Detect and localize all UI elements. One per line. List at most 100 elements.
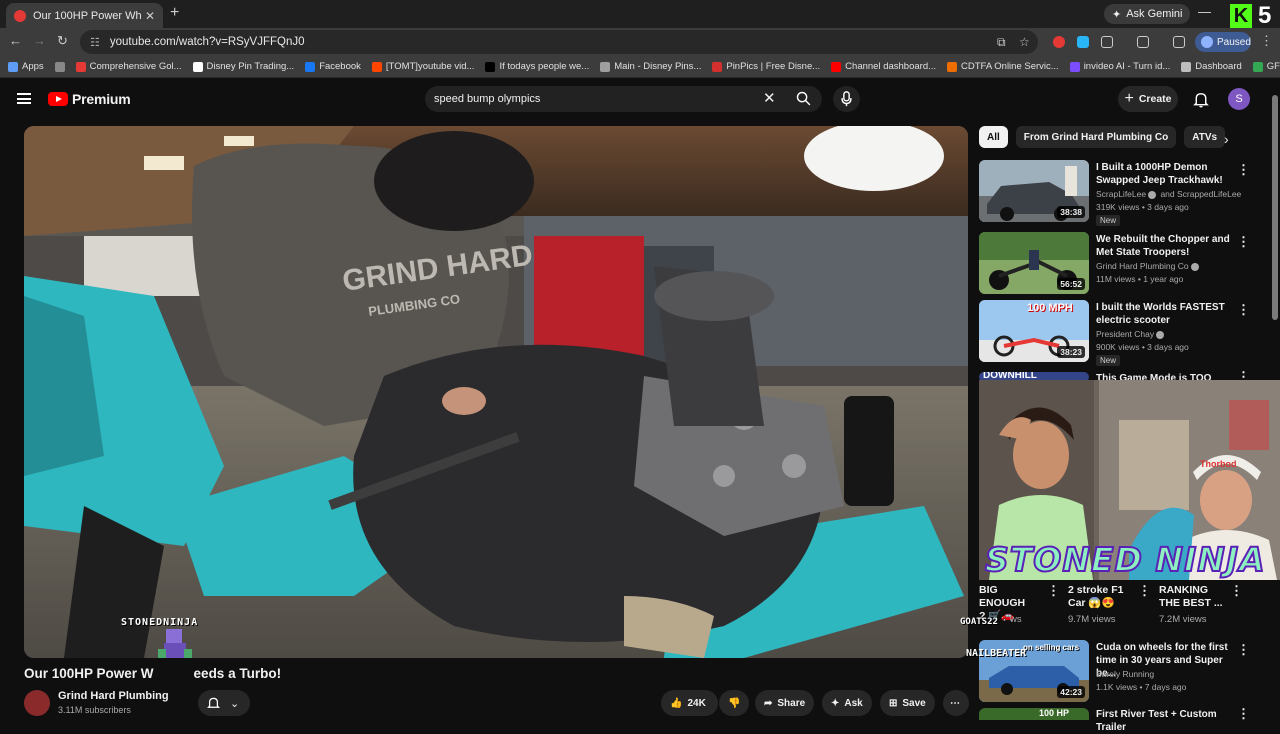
bookmark-item[interactable]: If todays people we...	[485, 61, 589, 72]
bookmark-item[interactable]: Disney Pin Trading...	[192, 61, 294, 72]
profile-paused-button[interactable]: Paused	[1195, 32, 1251, 52]
tab-close-icon[interactable]: ✕	[145, 9, 155, 23]
recommendation-channel[interactable]: Grind Hard Plumbing Co	[1096, 261, 1201, 271]
bookmark-item[interactable]	[54, 61, 65, 72]
bookmark-favicon-icon	[8, 61, 18, 72]
filter-chip[interactable]: From Grind Hard Plumbing Co	[1015, 126, 1177, 148]
video-title: Our 100HP Power W eeds a Turbo!	[24, 666, 281, 681]
recommendation-channel[interactable]: President Chay	[1096, 329, 1166, 339]
filter-chip[interactable]: ATVs	[1184, 126, 1226, 148]
recommendation-title[interactable]: I Built a 1000HP Demon Swapped Jeep Trac…	[1096, 161, 1238, 187]
recommendation-title[interactable]: I built the Worlds FASTEST electric scoo…	[1096, 301, 1238, 327]
video-player[interactable]: GRIND HARD PLUMBING CO STONEDNINJA	[24, 126, 968, 658]
more-options-icon[interactable]: ⋮	[1237, 234, 1250, 250]
like-button[interactable]: 👍 24K	[661, 690, 718, 716]
short-title-2[interactable]: 2 stroke F1 Car 😱😍	[1068, 584, 1132, 610]
recommendation-item[interactable]: 56:52 We Rebuilt the Chopper and Met Stat…	[979, 232, 1269, 294]
extensions-puzzle-icon[interactable]	[1101, 36, 1113, 48]
search-icon[interactable]	[795, 90, 812, 107]
bookmark-item[interactable]: Channel dashboard...	[831, 61, 936, 72]
media-controls-icon[interactable]	[1173, 36, 1185, 48]
minimize-icon[interactable]: —	[1198, 4, 1211, 19]
bookmark-label: PinPics | Free Disne...	[726, 61, 821, 72]
share-button[interactable]: ➦ Share	[755, 690, 815, 716]
site-info-icon[interactable]: ☷	[90, 36, 100, 49]
more-options-icon[interactable]: ⋮	[1237, 642, 1250, 658]
short-1-more-icon[interactable]: ⋮	[1047, 584, 1060, 597]
recommendation-channel[interactable]: ScrapLifeLee and ScrappedLifeLee	[1096, 189, 1241, 199]
chip-next-arrow-icon[interactable]: ›	[1224, 131, 1229, 147]
extension-blue-icon[interactable]	[1077, 36, 1089, 48]
channel-avatar[interactable]	[24, 690, 50, 716]
youtube-premium-logo[interactable]: Premium	[48, 91, 131, 107]
bookmark-favicon-icon	[1181, 61, 1192, 72]
bookmark-label: invideo AI - Turn id...	[1083, 61, 1171, 72]
short-2-more-icon[interactable]: ⋮	[1138, 584, 1151, 597]
recommendation-meta: 1.1K views • 7 days ago	[1096, 682, 1187, 692]
subscription-bell-button[interactable]: ⌄	[198, 690, 250, 716]
new-tab-button[interactable]: +	[170, 4, 179, 22]
account-avatar[interactable]: S	[1228, 88, 1250, 110]
recommendation-item[interactable]: 38:38 I Built a 1000HP Demon Swapped Jeep…	[979, 160, 1269, 226]
recommendation-item[interactable]: 100 HP First River Test + Custom Trailer…	[979, 706, 1269, 733]
bookmark-favicon-icon	[485, 61, 496, 72]
filter-chip[interactable]: All	[979, 126, 1008, 148]
more-options-icon[interactable]: ⋮	[1237, 302, 1250, 318]
channel-name[interactable]: Grind Hard Plumbing	[58, 690, 169, 702]
search-input[interactable]: speed bump olympics ✕	[425, 86, 822, 112]
install-app-icon[interactable]: ⧉	[997, 35, 1006, 50]
clear-search-icon[interactable]: ✕	[763, 89, 776, 107]
bookmark-item[interactable]: [TOMT]youtube vid...	[371, 61, 474, 72]
recommendation-title[interactable]: First River Test + Custom Trailer	[1096, 708, 1238, 734]
address-bar[interactable]: ☷ youtube.com/watch?v=RSyVJFFQnJ0 ⧉ ☆	[80, 30, 1038, 54]
kick-logo-icon: K	[1230, 4, 1252, 29]
bookmark-label: Channel dashboard...	[845, 61, 937, 72]
dislike-button[interactable]: 👎	[719, 690, 749, 716]
recommendation-channel[interactable]: Barely Running	[1096, 669, 1154, 679]
ask-gemini-button[interactable]: ✦ Ask Gemini	[1104, 4, 1191, 24]
short-3-more-icon[interactable]: ⋮	[1230, 584, 1243, 597]
stoned-ninja-banner: STONED NINJA	[984, 539, 1266, 580]
video-thumbnail[interactable]: 100 MPH 38:23	[979, 300, 1089, 362]
extension-red-icon[interactable]	[1053, 36, 1065, 48]
bookmark-item[interactable]: Dashboard	[1181, 61, 1242, 72]
tab-search-icon[interactable]	[1137, 36, 1149, 48]
bookmark-favicon-icon	[831, 61, 842, 72]
more-actions-button[interactable]: ⋯	[943, 690, 969, 716]
video-thumbnail[interactable]: 38:38	[979, 160, 1089, 222]
ask-button[interactable]: ✦ Ask	[822, 690, 872, 716]
hamburger-menu-icon[interactable]	[17, 93, 31, 104]
bookmark-item[interactable]: Main - Disney Pins...	[600, 61, 701, 72]
recommendation-item[interactable]: 100 MPH 38:23 I built the Worlds FASTEST e…	[979, 300, 1269, 366]
chevron-down-icon: ⌄	[230, 697, 240, 710]
bookmark-favicon-icon	[947, 61, 958, 72]
bookmark-favicon-icon	[75, 61, 86, 72]
more-options-icon[interactable]: ⋮	[1237, 162, 1250, 178]
video-thumbnail[interactable]: 100 HP	[979, 708, 1089, 720]
video-thumbnail[interactable]: 56:52	[979, 232, 1089, 294]
bookmark-favicon-icon	[600, 61, 611, 72]
bookmark-item[interactable]: Comprehensive Gol...	[75, 61, 182, 72]
browser-menu-icon[interactable]: ⋮	[1260, 33, 1273, 49]
bookmark-item[interactable]: Facebook	[305, 61, 361, 72]
bookmark-item[interactable]: GFX - Google Drive	[1252, 61, 1280, 72]
video-duration: 38:38	[1057, 206, 1085, 218]
browser-tab[interactable]: Our 100HP Power Wheels N ✕	[6, 3, 163, 28]
page-scrollbar[interactable]	[1272, 95, 1278, 320]
back-icon[interactable]: ←	[9, 33, 22, 48]
save-button[interactable]: ⊞ Save	[880, 690, 935, 716]
verified-icon	[1156, 330, 1165, 339]
voice-search-button[interactable]	[833, 86, 860, 112]
logo-text: Premium	[72, 91, 131, 107]
create-button[interactable]: + Create	[1118, 86, 1178, 112]
reload-icon[interactable]: ↻	[57, 33, 68, 49]
bookmark-item[interactable]: CDTFA Online Servic...	[947, 61, 1059, 72]
bookmark-item[interactable]: invideo AI - Turn id...	[1069, 61, 1171, 72]
forward-icon[interactable]: →	[33, 33, 46, 48]
bookmark-item[interactable]: Apps	[8, 61, 44, 72]
bookmark-item[interactable]: PinPics | Free Disne...	[712, 61, 820, 72]
bookmark-star-icon[interactable]: ☆	[1019, 35, 1030, 49]
notifications-bell-icon[interactable]	[1193, 91, 1209, 108]
short-title-3[interactable]: RANKING THE BEST ...	[1159, 584, 1229, 610]
recommendation-title[interactable]: We Rebuilt the Chopper and Met State Tro…	[1096, 233, 1238, 259]
